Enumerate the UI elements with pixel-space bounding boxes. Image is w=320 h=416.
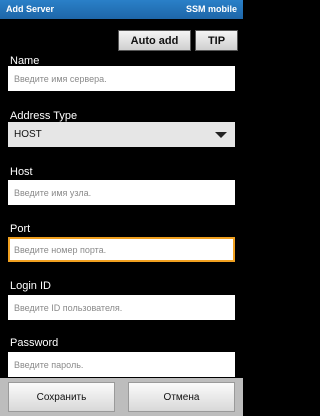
auto-add-button[interactable]: Auto add	[118, 30, 191, 51]
address-type-value: HOST	[14, 129, 42, 140]
cancel-button[interactable]: Отмена	[128, 382, 235, 412]
save-button[interactable]: Сохранить	[8, 382, 115, 412]
password-label: Password	[10, 337, 59, 349]
password-field[interactable]: Введите пароль.	[8, 352, 235, 377]
port-label: Port	[10, 223, 31, 235]
chevron-down-icon	[215, 132, 227, 138]
address-type-select[interactable]: HOST	[8, 122, 235, 147]
host-field[interactable]: Введите имя узла.	[8, 180, 235, 205]
tip-button[interactable]: TIP	[195, 30, 238, 51]
host-label: Host	[10, 166, 33, 178]
title-bar: Add Server SSM mobile	[0, 0, 243, 19]
window-title: Add Server	[6, 4, 55, 14]
login-id-field[interactable]: Введите ID пользователя.	[8, 295, 235, 320]
login-id-label: Login ID	[10, 280, 51, 292]
app-brand: SSM mobile	[185, 4, 237, 14]
name-field[interactable]: Введите имя сервера.	[8, 66, 235, 91]
port-field[interactable]: Введите номер порта.	[8, 237, 235, 262]
